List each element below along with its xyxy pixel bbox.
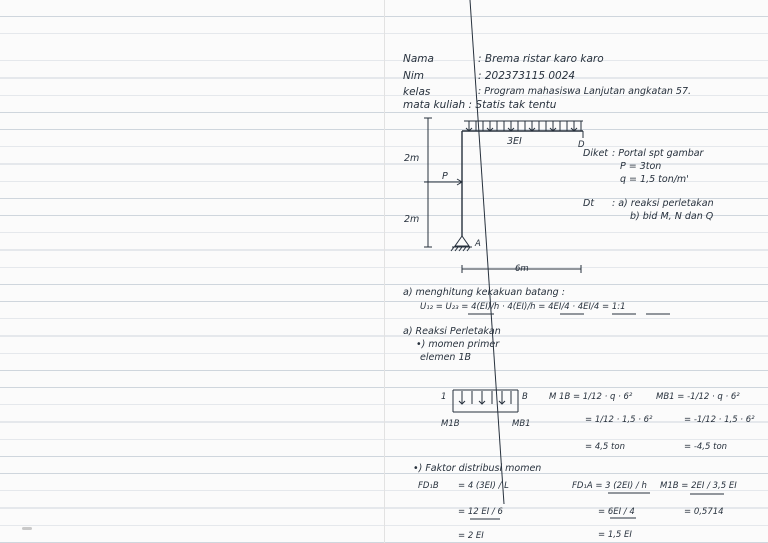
- beam-stiffness-label: 3EI: [507, 136, 522, 147]
- nim-value: : 202373115 0024: [478, 70, 576, 82]
- given-item-1: : Portal spt gambar: [612, 148, 704, 159]
- fd1a-eq-3: = 1,5 EI: [598, 530, 632, 540]
- mb1-eq-2: = -1/12 · 1,5 · 6²: [684, 415, 755, 425]
- fd1a-eq-2: = 6EI / 4: [598, 507, 635, 517]
- mu1b-eq-1: M1B = 2EI / 3,5 EI: [660, 481, 737, 491]
- asked-item-1: : a) reaksi perletakan: [612, 198, 714, 209]
- given-item-3: q = 1,5 ton/m': [620, 174, 689, 185]
- distribution-heading: •) Faktor distribusi momen: [413, 463, 542, 474]
- primary-moment-sub: •) momen primer: [416, 339, 500, 350]
- support-a-label: A: [475, 239, 481, 249]
- span-label: 6m: [515, 264, 529, 274]
- fd1b-eq-2: = 12 EI / 6: [458, 507, 503, 517]
- element-label: elemen 1B: [420, 352, 472, 363]
- given-label: Diket: [583, 148, 609, 159]
- stiffness-heading: a) menghitung kekakuan batang :: [403, 287, 565, 298]
- beam-node-b: B: [522, 392, 528, 402]
- fd1b-label: FD₁B: [418, 481, 439, 491]
- height-dimension: [424, 117, 432, 248]
- nama-value: : Brema ristar karo karo: [478, 53, 604, 65]
- mu1b-eq-2: = 0,5714: [684, 507, 724, 517]
- mb1-label: MB1: [512, 419, 531, 429]
- m1b-label: M1B: [441, 419, 460, 429]
- load-p-label: P: [442, 171, 448, 182]
- m1b-eq-1: M 1B = 1/12 · q · 6²: [549, 392, 633, 402]
- element-1b-diagram: [452, 389, 519, 413]
- fd1b-eq-3: = 2 EI: [458, 531, 484, 541]
- dim-2m-top: 2m: [404, 153, 420, 164]
- distributed-load-arrows: [464, 120, 583, 132]
- nim-label: Nim: [403, 70, 424, 82]
- m1b-eq-2: = 1/12 · 1,5 · 6²: [585, 415, 653, 425]
- reaction-heading: a) Reaksi Perletakan: [403, 326, 501, 337]
- mb1-eq-3: = -4,5 ton: [684, 442, 728, 452]
- fd1a-eq-1: FD₁A = 3 (2EI) / h: [572, 481, 647, 491]
- kelas-value: : Program mahasiswa Lanjutan angkatan 57…: [478, 86, 692, 97]
- given-item-2: P = 3ton: [620, 161, 662, 172]
- stiffness-formula: U₁₂ = U₂₃ = 4(EI)/h · 4(EI)/h = 4EI/4 · …: [420, 302, 626, 312]
- mata-kuliah-line: mata kuliah : Statis tak tentu: [403, 99, 557, 111]
- pin-support-a: [454, 235, 470, 247]
- mb1-eq-1: MB1 = -1/12 · q · 6²: [656, 392, 740, 402]
- beam-node-1: 1: [441, 392, 447, 402]
- asked-label: Dt: [583, 198, 595, 209]
- fd1b-eq-1: = 4 (3EI) / L: [458, 481, 509, 491]
- dim-2m-bottom: 2m: [404, 214, 420, 225]
- frame-sketch: [424, 0, 724, 520]
- asked-item-2: b) bid M, N dan Q: [630, 211, 714, 222]
- m1b-eq-3: = 4,5 ton: [585, 442, 625, 452]
- kelas-label: kelas: [403, 86, 431, 98]
- nama-label: Nama: [403, 53, 434, 65]
